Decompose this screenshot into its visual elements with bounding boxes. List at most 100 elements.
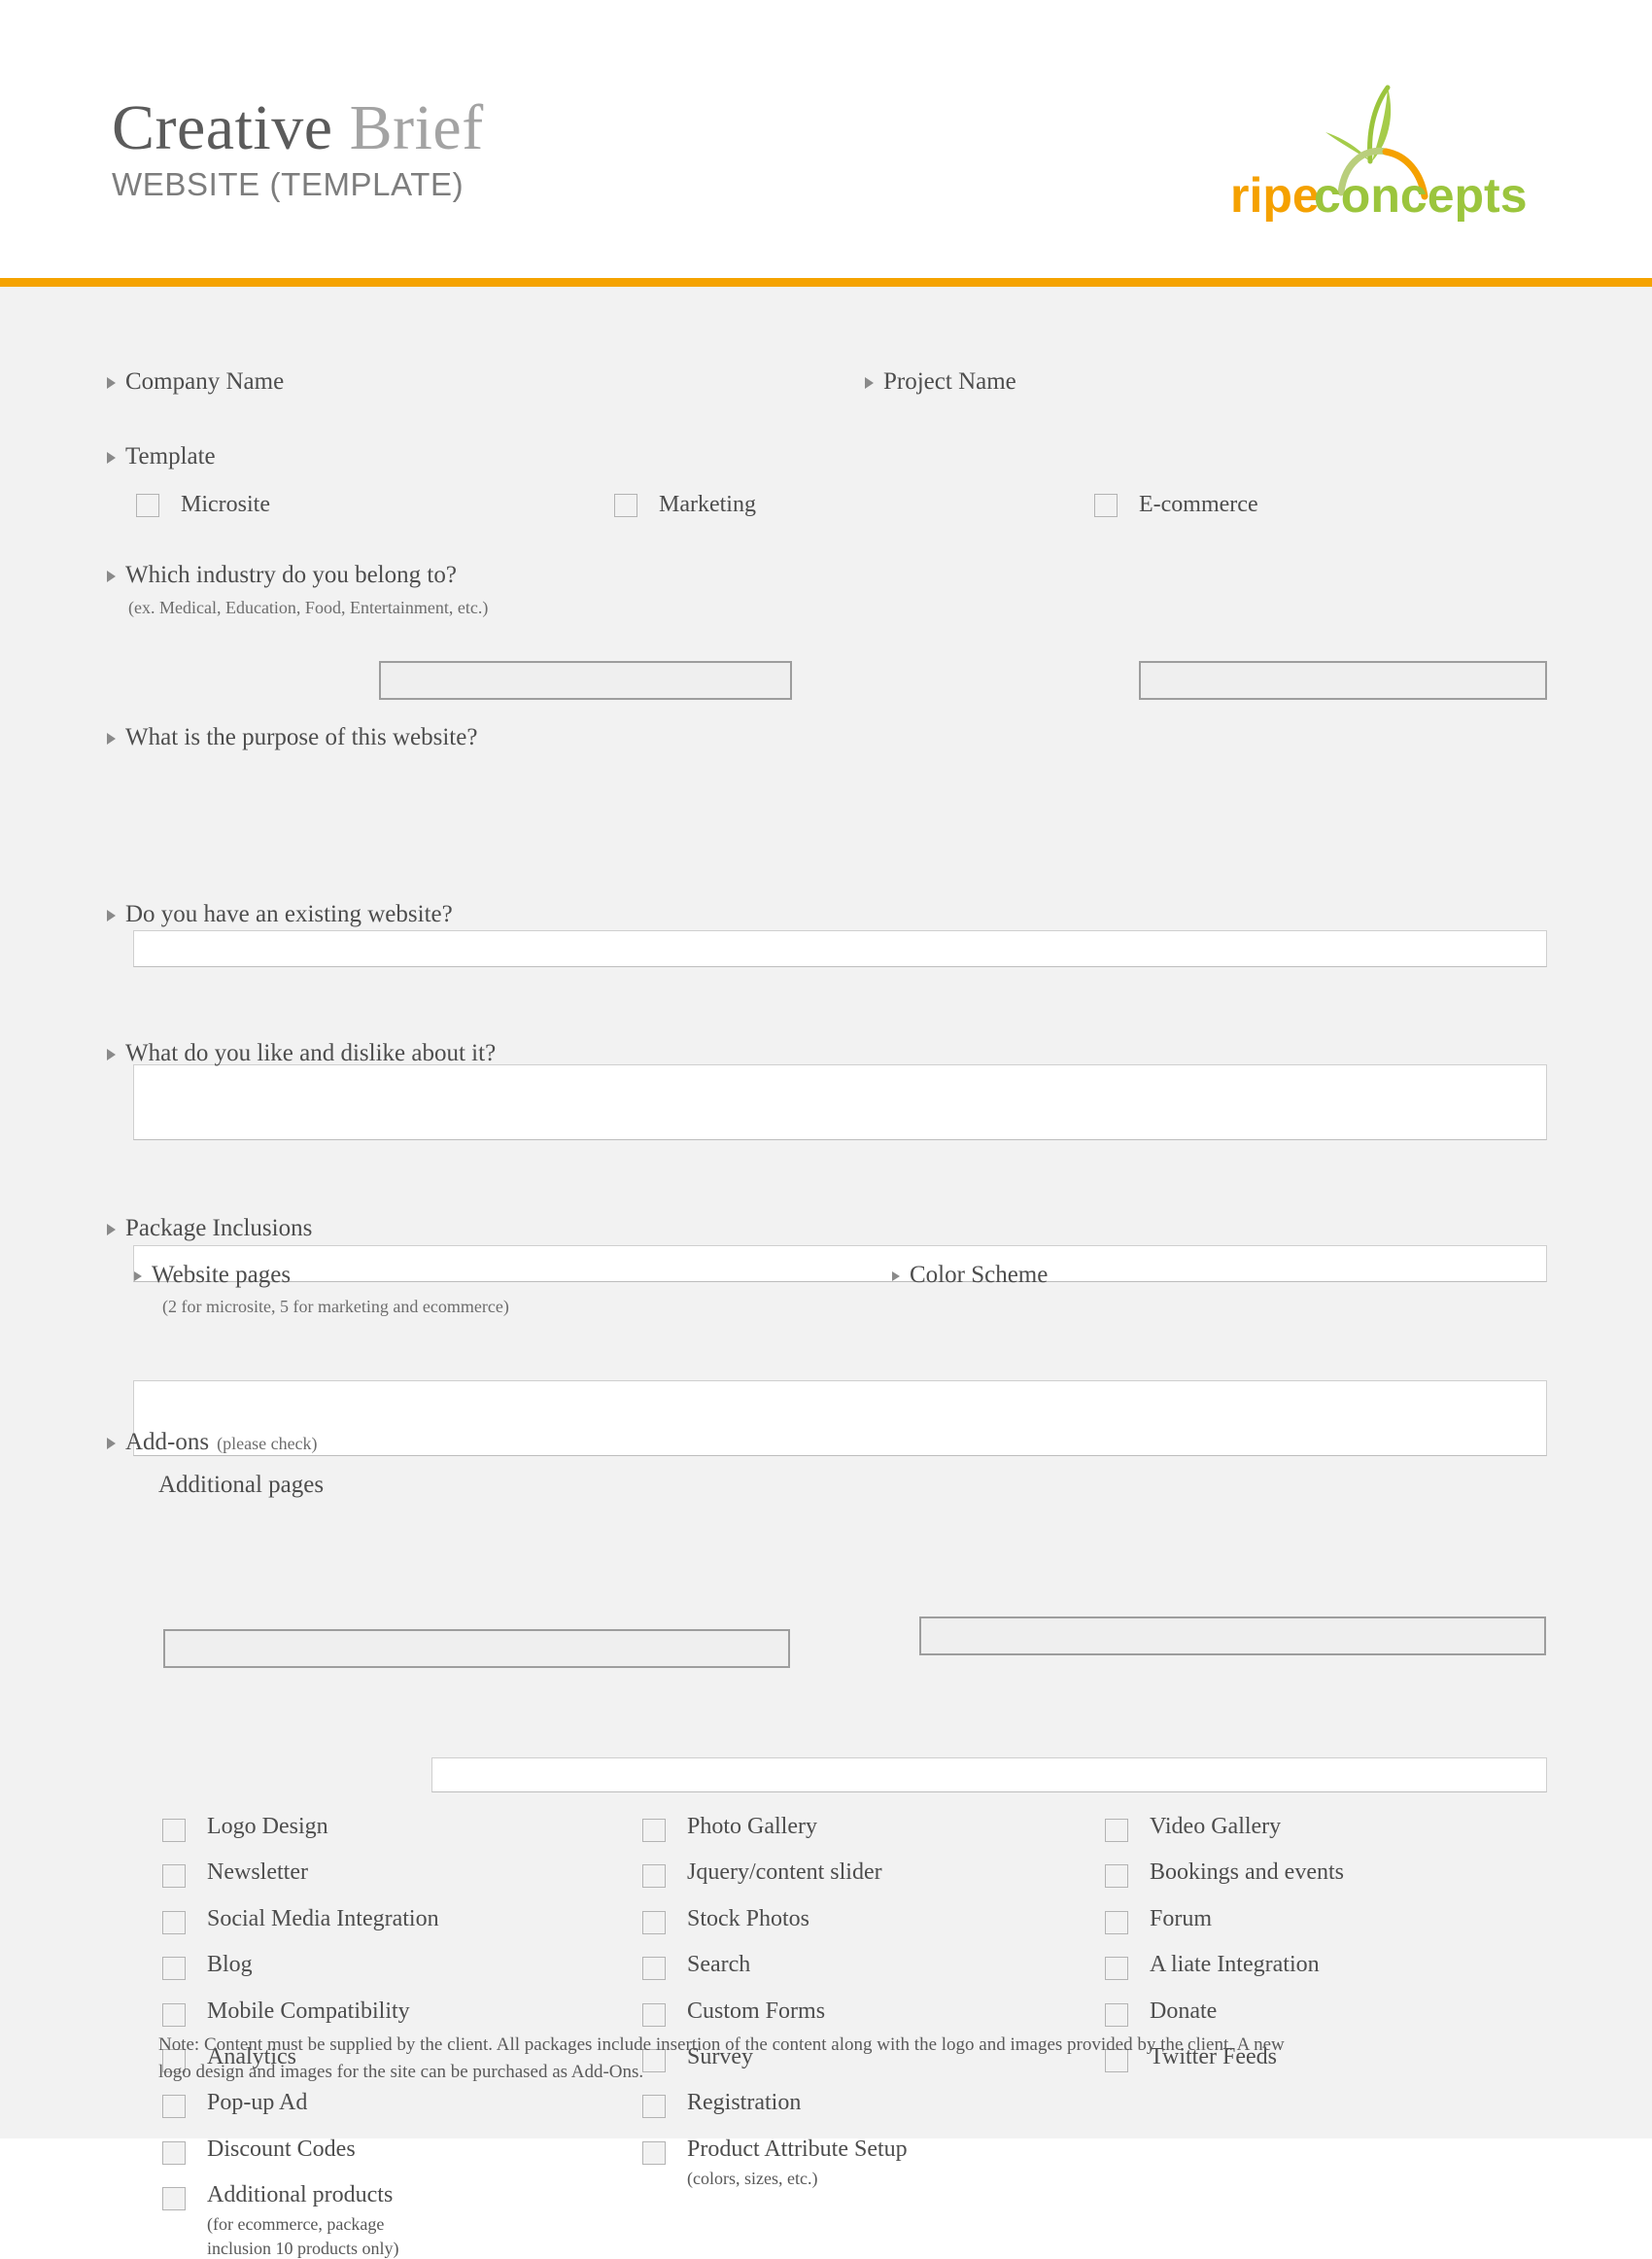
existing-website-label: Do you have an existing website? — [125, 901, 453, 927]
addon-product-attribute-setup[interactable]: Product Attribute Setup (colors, sizes, … — [642, 2137, 908, 2190]
addon-sublabel-line-1: (for ecommerce, package — [207, 2213, 398, 2236]
addons-hint: (please check) — [217, 1434, 317, 1453]
page-header: Creative Brief WEBSITE (TEMPLATE) ripe c — [0, 0, 1652, 278]
addon-discount-codes[interactable]: Discount Codes — [162, 2137, 356, 2165]
addon-label: Logo Design — [207, 1814, 328, 1839]
bullet-triangle-icon — [134, 1271, 142, 1281]
industry-hint: (ex. Medical, Education, Food, Entertain… — [128, 598, 488, 618]
checkbox-product-attribute-setup[interactable] — [642, 2141, 666, 2165]
industry-question: Which industry do you belong to? — [107, 562, 457, 589]
footer-note-line-1: Note: Content must be supplied by the cl… — [158, 2032, 1480, 2059]
template-option-marketing[interactable]: Marketing — [614, 492, 756, 518]
package-inclusions-heading: Package Inclusions — [107, 1215, 312, 1242]
checkbox-microsite[interactable] — [136, 494, 159, 517]
checkbox-bookings-and-events[interactable] — [1105, 1864, 1128, 1888]
addon-social-media-integration[interactable]: Social Media Integration — [162, 1907, 439, 1934]
addon-label: Social Media Integration — [207, 1906, 439, 1931]
addon-affiliate-integration[interactable]: A liate Integration — [1105, 1953, 1320, 1980]
addon-label: Video Gallery — [1150, 1814, 1281, 1839]
addon-forum[interactable]: Forum — [1105, 1907, 1212, 1934]
checkbox-popup-ad[interactable] — [162, 2095, 186, 2118]
addon-donate[interactable]: Donate — [1105, 1999, 1217, 2027]
addon-label: Product Attribute Setup — [687, 2137, 908, 2162]
addon-newsletter[interactable]: Newsletter — [162, 1860, 308, 1888]
template-option-label: Marketing — [659, 492, 756, 517]
addon-label: Photo Gallery — [687, 1814, 817, 1839]
bullet-triangle-icon — [107, 910, 116, 921]
checkbox-additional-products[interactable] — [162, 2187, 186, 2210]
checkbox-forum[interactable] — [1105, 1911, 1128, 1934]
website-pages-input[interactable] — [163, 1629, 790, 1668]
creative-brief-page: Creative Brief WEBSITE (TEMPLATE) ripe c — [0, 0, 1652, 2138]
addon-search[interactable]: Search — [642, 1953, 750, 1980]
template-option-label: E-commerce — [1139, 492, 1258, 517]
project-name-input[interactable] — [1139, 661, 1547, 700]
checkbox-ecommerce[interactable] — [1094, 494, 1118, 517]
industry-input[interactable] — [133, 930, 1547, 967]
company-name-label: Company Name — [125, 368, 284, 395]
company-name-row: Company Name — [107, 368, 284, 396]
color-scheme-input[interactable] — [919, 1616, 1546, 1655]
addon-bookings-and-events[interactable]: Bookings and events — [1105, 1860, 1344, 1888]
like-dislike-textarea[interactable] — [133, 1380, 1547, 1456]
addon-label: A liate Integration — [1150, 1952, 1320, 1977]
bullet-triangle-icon — [107, 1049, 116, 1060]
checkbox-jquery-content-slider[interactable] — [642, 1864, 666, 1888]
purpose-textarea[interactable] — [133, 1064, 1547, 1140]
addon-label: Registration — [687, 2090, 801, 2115]
website-pages-label: Website pages — [152, 1262, 291, 1288]
accent-divider — [0, 278, 1652, 287]
color-scheme-heading: Color Scheme — [892, 1262, 1048, 1289]
addon-logo-design[interactable]: Logo Design — [162, 1815, 328, 1842]
checkbox-logo-design[interactable] — [162, 1819, 186, 1842]
like-dislike-label: What do you like and dislike about it? — [125, 1040, 496, 1066]
addon-popup-ad[interactable]: Pop-up Ad — [162, 2091, 307, 2118]
template-option-ecommerce[interactable]: E-commerce — [1094, 492, 1258, 518]
checkbox-registration[interactable] — [642, 2095, 666, 2118]
additional-pages-input[interactable] — [431, 1757, 1547, 1792]
checkbox-video-gallery[interactable] — [1105, 1819, 1128, 1842]
checkbox-affiliate-integration[interactable] — [1105, 1957, 1128, 1980]
addon-label: Jquery/content slider — [687, 1859, 882, 1885]
bullet-triangle-icon — [892, 1271, 900, 1281]
bullet-triangle-icon — [107, 733, 116, 745]
checkbox-donate[interactable] — [1105, 2003, 1128, 2027]
addon-video-gallery[interactable]: Video Gallery — [1105, 1815, 1281, 1842]
existing-website-input[interactable] — [133, 1245, 1547, 1282]
addon-mobile-compatibility[interactable]: Mobile Compatibility — [162, 1999, 410, 2027]
company-name-input[interactable] — [379, 661, 792, 700]
project-name-label: Project Name — [883, 368, 1016, 395]
addon-additional-products[interactable]: Additional products (for ecommerce, pack… — [162, 2183, 398, 2259]
checkbox-discount-codes[interactable] — [162, 2141, 186, 2165]
addon-jquery-content-slider[interactable]: Jquery/content slider — [642, 1860, 882, 1888]
addon-label: Forum — [1150, 1906, 1212, 1931]
checkbox-social-media-integration[interactable] — [162, 1911, 186, 1934]
addon-custom-forms[interactable]: Custom Forms — [642, 1999, 825, 2027]
title-block: Creative Brief WEBSITE (TEMPLATE) — [112, 95, 484, 203]
checkbox-search[interactable] — [642, 1957, 666, 1980]
ripeconcepts-logo: ripe concepts — [1224, 76, 1535, 222]
checkbox-photo-gallery[interactable] — [642, 1819, 666, 1842]
page-subtitle: WEBSITE (TEMPLATE) — [112, 166, 484, 203]
addon-photo-gallery[interactable]: Photo Gallery — [642, 1815, 817, 1842]
addon-registration[interactable]: Registration — [642, 2091, 801, 2118]
template-option-microsite[interactable]: Microsite — [136, 492, 270, 518]
bullet-triangle-icon — [107, 377, 116, 389]
checkbox-custom-forms[interactable] — [642, 2003, 666, 2027]
bullet-triangle-icon — [107, 571, 116, 582]
addon-blog[interactable]: Blog — [162, 1953, 253, 1980]
addons-label: Add-ons — [125, 1429, 209, 1455]
page-title-secondary: Brief — [350, 92, 484, 163]
checkbox-marketing[interactable] — [614, 494, 637, 517]
addon-label: Bookings and events — [1150, 1859, 1344, 1885]
checkbox-stock-photos[interactable] — [642, 1911, 666, 1934]
checkbox-blog[interactable] — [162, 1957, 186, 1980]
addon-label: Custom Forms — [687, 1998, 825, 2024]
addon-label: Additional products — [207, 2182, 393, 2207]
checkbox-newsletter[interactable] — [162, 1864, 186, 1888]
addon-sublabel-line-1: (colors, sizes, etc.) — [687, 2168, 908, 2190]
package-inclusions-label: Package Inclusions — [125, 1215, 312, 1241]
addon-stock-photos[interactable]: Stock Photos — [642, 1907, 809, 1934]
logo-word-ripe: ripe — [1230, 168, 1320, 222]
checkbox-mobile-compatibility[interactable] — [162, 2003, 186, 2027]
